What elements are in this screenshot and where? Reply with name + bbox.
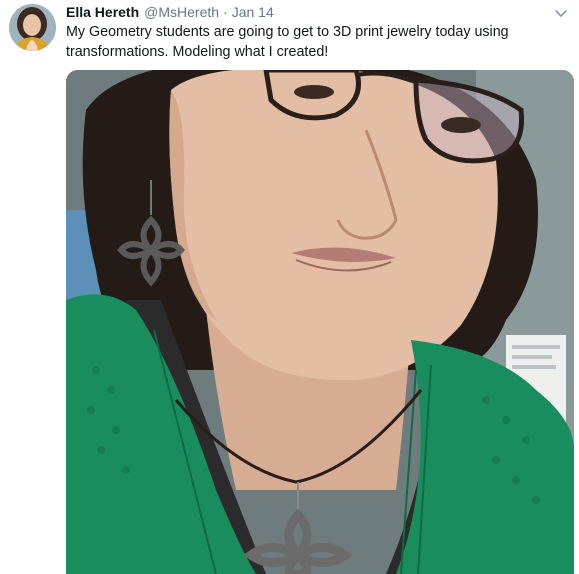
separator-dot: · bbox=[223, 4, 228, 20]
author-handle[interactable]: @MsHereth bbox=[144, 4, 219, 20]
tweet-menu-button[interactable] bbox=[553, 5, 569, 21]
selfie-photo-icon bbox=[66, 70, 574, 574]
tweet-text: My Geometry students are going to get to… bbox=[66, 24, 509, 60]
chevron-down-icon bbox=[555, 10, 567, 17]
profile-photo-icon bbox=[9, 4, 56, 51]
tweet-header: Ella Hereth @MsHereth · Jan 14 bbox=[66, 4, 274, 24]
avatar[interactable] bbox=[9, 4, 56, 51]
timestamp-link[interactable]: Jan 14 bbox=[232, 4, 274, 20]
author-name[interactable]: Ella Hereth bbox=[66, 4, 139, 20]
tweet-card: Ella Hereth @MsHereth · Jan 14 My Geomet… bbox=[0, 0, 579, 574]
tweet-media-photo[interactable] bbox=[66, 70, 574, 574]
